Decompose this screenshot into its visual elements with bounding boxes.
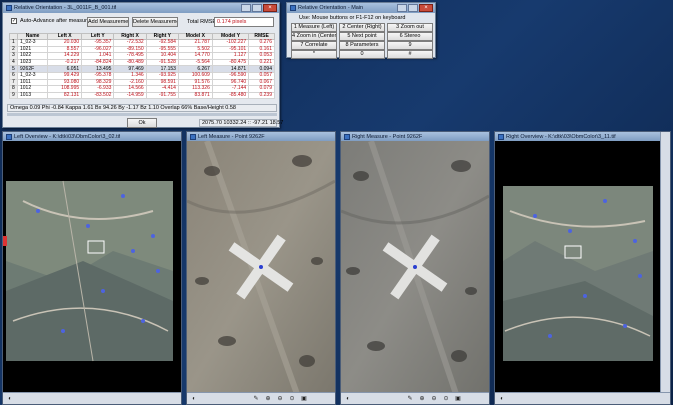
zoom-fit-icon[interactable]: ⊙: [288, 395, 296, 403]
right-overview-toolbar: ◐: [495, 392, 670, 404]
status-coordinates: 2075.70 10332.24 :: -97.21 18.57: [199, 119, 283, 127]
add-measurement-button[interactable]: Add Measurement: [87, 17, 129, 27]
app-icon: [498, 133, 504, 140]
cell-ly: -83.502: [81, 91, 115, 100]
zoom-out-icon[interactable]: ⊖: [430, 395, 438, 403]
cell-rmse: 0.239: [248, 91, 275, 100]
zoom-out-icon[interactable]: ⊖: [276, 395, 284, 403]
keypad-button[interactable]: 5 Next point: [339, 32, 385, 41]
left-overview-titlebar[interactable]: Left Overview - K:\dtk\03\ObmColor\3_02.…: [3, 132, 181, 141]
right-overview-panel: Right Overview - K:\dtk\03\ObmColor\3_11…: [494, 131, 671, 405]
keypad-button[interactable]: 7 Correlate: [291, 41, 337, 50]
zoom-in-icon[interactable]: ⊕: [264, 395, 272, 403]
left-overview-toolbar: ◐: [3, 392, 181, 404]
zoom-in-icon[interactable]: ⊕: [418, 395, 426, 403]
cell-ry: -91.755: [145, 91, 179, 100]
auto-advance-checkbox[interactable]: ✓: [11, 18, 17, 24]
minimize-button[interactable]: [397, 4, 407, 12]
cell-mx: -5.564: [177, 58, 213, 67]
right-measure-toolbar: ◐ ✎ ⊕ ⊖ ⊙ ▣: [341, 392, 489, 404]
cell-my: -85.480: [211, 91, 250, 100]
wrench-icon[interactable]: ✎: [406, 395, 414, 403]
parameters-readout: Omega 0.09 Phi -0.84 Kappa 1.61 Bx 94.26…: [7, 104, 277, 112]
right-overview-image[interactable]: [495, 141, 660, 392]
left-measure-image[interactable]: [187, 141, 335, 392]
right-measure-panel: Right Measure - Point 9262F ◐ ✎ ⊕ ⊖ ⊙ ▣: [340, 131, 490, 405]
total-rmse-label: Total RMSE:: [187, 19, 218, 25]
keypad-button[interactable]: *: [291, 50, 337, 59]
zoom-fit-icon[interactable]: ⊙: [442, 395, 450, 403]
right-overview-title: Right Overview - K:\dtk\03\ObmColor\3_11…: [506, 133, 616, 140]
right-overview-titlebar[interactable]: Right Overview - K:\dtk\03\ObmColor\3_11…: [495, 132, 670, 141]
image-icon[interactable]: ▣: [300, 395, 308, 403]
right-measure-title: Right Measure - Point 9262F: [352, 133, 423, 140]
close-button[interactable]: ×: [263, 4, 277, 12]
relative-orientation-window: Relative Orientation - 3L_0011F_B_001.ti…: [2, 2, 283, 128]
keypad-button[interactable]: 3 Zoom out: [387, 23, 433, 32]
ro-titlebar[interactable]: Relative Orientation - 3L_0011F_B_001.ti…: [3, 3, 279, 13]
contrast-icon[interactable]: ◐: [190, 395, 198, 403]
keypad-button[interactable]: 0: [339, 50, 385, 59]
keypad-button[interactable]: 2 Center (Right): [339, 23, 385, 32]
left-measure-title: Left Measure - Point 9262F: [198, 133, 265, 140]
left-overview-panel: Left Overview - K:\dtk\03\ObmColor\3_02.…: [2, 131, 182, 405]
keypad-button[interactable]: 1 Measure (Left): [291, 23, 337, 32]
row-index: 9: [9, 91, 18, 100]
cell-ly: -84.824: [81, 58, 115, 67]
cell-lx: -0.217: [47, 58, 83, 67]
app-icon: [290, 5, 296, 11]
keypad-button[interactable]: 8 Parameters: [339, 41, 385, 50]
maximize-button[interactable]: [408, 4, 418, 12]
keypad-button[interactable]: 6 Stereo: [387, 32, 433, 41]
app-icon: [190, 133, 196, 140]
minimize-button[interactable]: [241, 4, 251, 12]
right-measure-image[interactable]: [341, 141, 489, 392]
separator: [7, 113, 277, 116]
image-icon[interactable]: ▣: [454, 395, 462, 403]
table-row[interactable]: 4 1023 -0.217 -84.824 -80.489 -91.528 -5.564 -8…: [9, 58, 275, 67]
delete-measurement-button[interactable]: Delete Measurement: [132, 17, 178, 27]
cell-rmse: 0.221: [248, 58, 275, 67]
app-icon: [344, 133, 350, 140]
keypad-button[interactable]: 9: [387, 41, 433, 50]
point-name: 1013: [16, 91, 49, 100]
left-measure-titlebar[interactable]: Left Measure - Point 9262F: [187, 132, 335, 141]
app-icon: [6, 5, 12, 11]
right-overview-scrollbar[interactable]: [660, 132, 670, 404]
table-row[interactable]: 9 1013 82.131 -83.502 -14.959 -91.755 83.871 -8…: [9, 91, 275, 100]
row-index: 4: [9, 58, 18, 67]
point-name: 1023: [16, 58, 49, 67]
main-title: Relative Orientation - Main: [298, 5, 364, 11]
cell-rx: -80.489: [113, 58, 147, 67]
cell-rx: -14.959: [113, 91, 147, 100]
left-measure-panel: Left Measure - Point 9262F ◐ ✎ ⊕ ⊖ ⊙ ▣: [186, 131, 336, 405]
keypad-button[interactable]: #: [387, 50, 433, 59]
contrast-icon[interactable]: ◐: [498, 395, 506, 403]
measurement-table: Name Left X Left Y Right X Right Y Model…: [9, 33, 275, 100]
close-button[interactable]: ×: [419, 4, 433, 12]
left-measure-toolbar: ◐ ✎ ⊕ ⊖ ⊙ ▣: [187, 392, 335, 404]
maximize-button[interactable]: [252, 4, 262, 12]
cell-mx: 83.871: [177, 91, 213, 100]
left-overview-image[interactable]: [3, 141, 181, 392]
app-icon: [6, 133, 12, 140]
wrench-icon[interactable]: ✎: [252, 395, 260, 403]
main-window: Relative Orientation - Main × Use: Mouse…: [286, 2, 436, 59]
ro-title: Relative Orientation - 3L_0011F_B_001.ti…: [14, 5, 117, 11]
left-overview-title: Left Overview - K:\dtk\03\ObmColor\3_02.…: [14, 133, 121, 140]
right-measure-titlebar[interactable]: Right Measure - Point 9262F: [341, 132, 489, 141]
cell-my: -80.475: [211, 58, 250, 67]
keypad-button[interactable]: 4 Zoom in (Center): [291, 32, 337, 41]
cell-lx: 82.131: [47, 91, 83, 100]
main-hint: Use: Mouse buttons or F1-F12 on keyboard: [299, 15, 406, 21]
total-rmse-value: 0.174 pixels: [214, 17, 274, 27]
ok-button[interactable]: Ok: [127, 118, 157, 128]
contrast-icon[interactable]: ◐: [344, 395, 352, 403]
contrast-icon[interactable]: ◐: [6, 395, 14, 403]
cell-ry: -91.528: [145, 58, 179, 67]
main-titlebar[interactable]: Relative Orientation - Main ×: [287, 3, 435, 13]
